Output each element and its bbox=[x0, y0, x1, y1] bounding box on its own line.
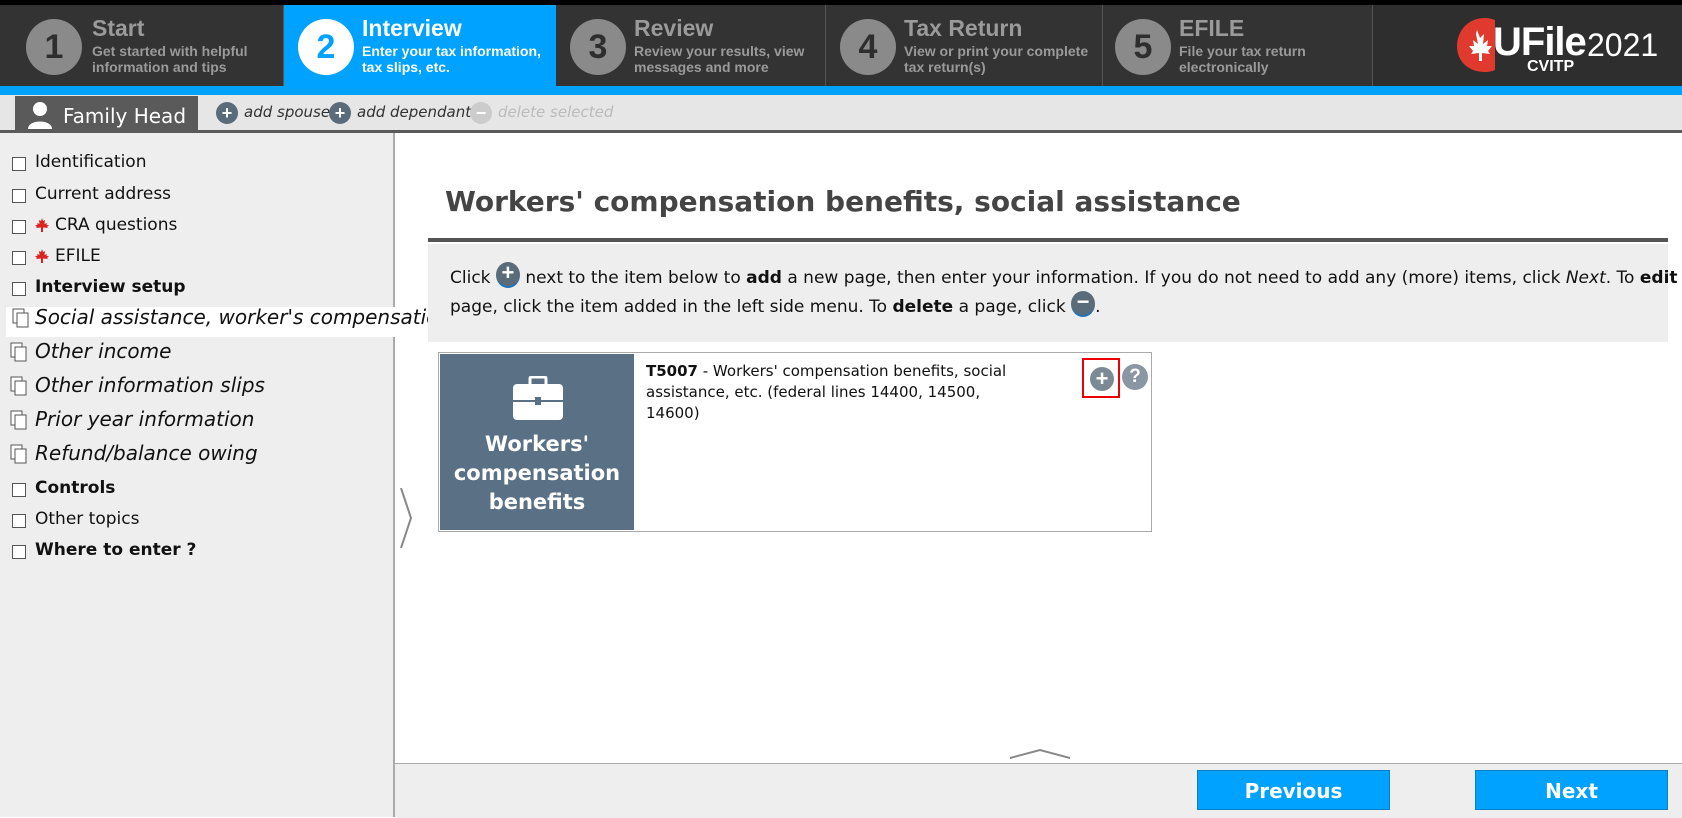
pages-icon bbox=[10, 342, 27, 362]
previous-button[interactable]: Previous bbox=[1197, 770, 1390, 810]
sidebar-item-label: Identification bbox=[35, 152, 147, 172]
checkbox[interactable] bbox=[12, 514, 26, 528]
t5007-item-card: Workers' compensation benefits T5007 - W… bbox=[438, 352, 1152, 532]
sidebar-item-label: Other information slips bbox=[35, 373, 265, 397]
collapse-sidebar-handle[interactable] bbox=[399, 488, 413, 548]
step-title: Interview bbox=[362, 15, 462, 41]
checkbox[interactable] bbox=[12, 251, 26, 265]
step-description: Enter your tax information, tax slips, e… bbox=[362, 43, 541, 75]
family-head-label: Family Head bbox=[63, 104, 187, 128]
plus-circle-icon: + bbox=[329, 102, 351, 124]
person-tab-bar: Family Head + add spouse + add dependant… bbox=[0, 95, 1682, 131]
minus-circle-icon: − bbox=[1071, 291, 1096, 317]
slip-details: - Workers' compensation benefits, social… bbox=[646, 362, 1007, 422]
delete-selected-label: delete selected bbox=[498, 103, 614, 121]
sidebar-item-label: EFILE bbox=[55, 246, 101, 266]
briefcase-icon bbox=[513, 376, 563, 420]
pages-icon bbox=[10, 444, 27, 464]
step-start[interactable]: 1 Start Get started with helpful informa… bbox=[0, 5, 284, 86]
instructions-line-1: Click + next to the item below to add a … bbox=[450, 260, 1678, 288]
step-interview[interactable]: 2 Interview Enter your tax information, … bbox=[284, 5, 556, 86]
step-title: EFILE bbox=[1179, 15, 1245, 41]
step-title: Tax Return bbox=[904, 15, 1023, 41]
maple-leaf-icon bbox=[35, 218, 49, 232]
step-number: 1 bbox=[26, 19, 82, 75]
add-dependant-label: add dependant bbox=[357, 103, 472, 121]
family-head-tab[interactable]: Family Head bbox=[15, 96, 198, 131]
step-description: View or print your complete tax return(s… bbox=[904, 43, 1089, 75]
step-description: Review your results, view messages and m… bbox=[634, 43, 805, 75]
checkbox[interactable] bbox=[12, 483, 26, 497]
step-number: 4 bbox=[840, 19, 896, 75]
instructions-panel: Click + next to the item below to add a … bbox=[428, 244, 1678, 342]
checkbox[interactable] bbox=[12, 157, 26, 171]
sidebar-item-label: Interview setup bbox=[35, 277, 186, 297]
sidebar-item-label: Other income bbox=[35, 339, 172, 363]
step-title: Start bbox=[92, 15, 145, 41]
sidebar-item-label: Controls bbox=[35, 478, 116, 498]
pages-icon bbox=[12, 308, 29, 328]
add-t5007-button[interactable]: + bbox=[1082, 358, 1120, 398]
minus-circle-icon: − bbox=[470, 102, 492, 124]
person-icon bbox=[28, 102, 52, 129]
maple-leaf-icon bbox=[35, 249, 49, 263]
interview-sidebar: Identification Current address CRA quest… bbox=[0, 133, 451, 817]
step-navigation-bar: 1 Start Get started with helpful informa… bbox=[0, 0, 1682, 86]
step-description: Get started with helpful information and… bbox=[92, 43, 248, 75]
sidebar-item-label: CRA questions bbox=[55, 215, 178, 235]
sidebar-item-label: Prior year information bbox=[35, 407, 255, 431]
next-button[interactable]: Next bbox=[1475, 770, 1668, 810]
step-review[interactable]: 3 Review Review your results, view messa… bbox=[556, 5, 826, 86]
step-efile[interactable]: 5 EFILE File your tax return electronica… bbox=[1103, 5, 1373, 86]
category-label: Workers' compensation benefits bbox=[453, 432, 621, 514]
brand-edition: CVITP bbox=[1527, 58, 1575, 75]
help-icon[interactable]: ? bbox=[1122, 364, 1148, 390]
pages-icon bbox=[10, 376, 27, 396]
step-number: 3 bbox=[570, 19, 626, 75]
accent-divider bbox=[0, 86, 1682, 95]
checkbox[interactable] bbox=[12, 220, 26, 234]
title-divider bbox=[428, 238, 1668, 242]
category-panel: Workers' compensation benefits bbox=[440, 354, 634, 530]
plus-circle-icon: + bbox=[1090, 367, 1114, 391]
step-number: 5 bbox=[1115, 19, 1171, 75]
slip-code: T5007 bbox=[646, 362, 698, 380]
slip-description: T5007 - Workers' compensation benefits, … bbox=[646, 361, 1026, 424]
ufile-logo: UFile 2021 CVITP bbox=[1455, 12, 1665, 78]
step-description: File your tax return electronically bbox=[1179, 43, 1306, 75]
pages-icon bbox=[10, 410, 27, 430]
page-title: Workers' compensation benefits, social a… bbox=[445, 185, 1241, 218]
add-spouse-label: add spouse bbox=[244, 103, 331, 121]
plus-circle-icon: + bbox=[495, 262, 520, 288]
sidebar-item-label: Where to enter ? bbox=[35, 540, 197, 560]
instructions-line-2: page, click the item added in the left s… bbox=[450, 289, 1101, 317]
sidebar-item-label: Social assistance, worker's compensation bbox=[35, 305, 452, 329]
plus-circle-icon: + bbox=[216, 102, 238, 124]
step-title: Review bbox=[634, 15, 714, 41]
navigation-footer: Previous Next bbox=[395, 763, 1682, 818]
sidebar-item-social-assistance[interactable]: Social assistance, worker's compensation bbox=[6, 305, 451, 337]
checkbox[interactable] bbox=[12, 282, 26, 296]
sidebar-item-label: Other topics bbox=[35, 509, 140, 529]
step-number: 2 bbox=[298, 19, 354, 75]
checkbox[interactable] bbox=[12, 189, 26, 203]
checkbox[interactable] bbox=[12, 545, 26, 559]
expand-panel-handle[interactable] bbox=[1010, 748, 1070, 760]
sidebar-item-label: Refund/balance owing bbox=[35, 441, 258, 465]
brand-year: 2021 bbox=[1587, 27, 1659, 63]
sidebar-item-label: Current address bbox=[35, 184, 172, 204]
step-tax-return[interactable]: 4 Tax Return View or print your complete… bbox=[826, 5, 1103, 86]
